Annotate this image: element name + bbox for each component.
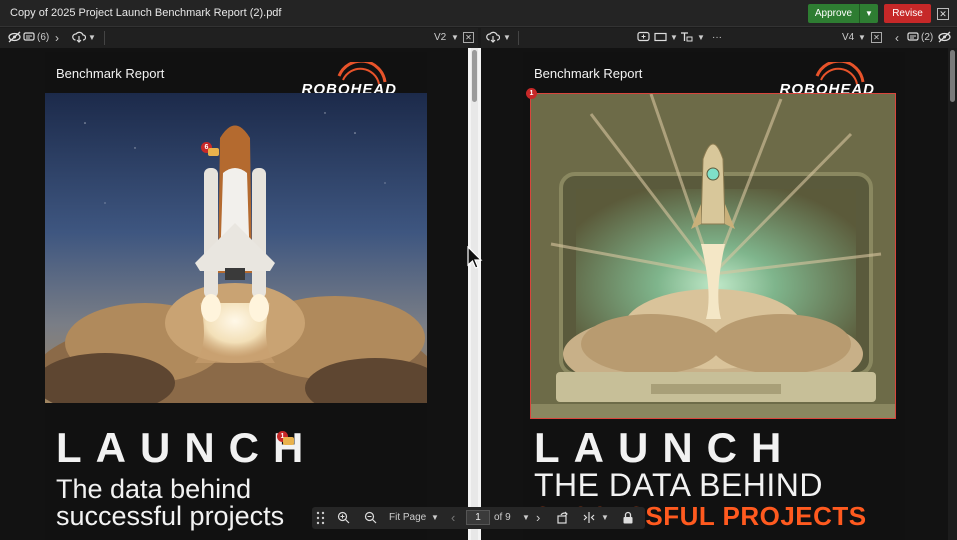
toolbar-divider <box>518 31 519 45</box>
rotate-icon[interactable] <box>556 511 569 529</box>
chevron-down-icon[interactable]: ▼ <box>503 31 511 45</box>
zoom-mode-select[interactable]: Fit Page <box>389 511 426 525</box>
page-total: of 9 <box>494 512 511 523</box>
laptop-rocket-image <box>530 93 896 419</box>
left-document-pane[interactable]: Benchmark Report ROBOHEAD 6 LAUNCH 1 The… <box>0 48 468 540</box>
rectangle-tool-icon[interactable] <box>654 31 667 48</box>
cloud-download-icon[interactable] <box>72 31 87 48</box>
chevron-down-icon[interactable]: ▼ <box>88 31 96 45</box>
page-header: Benchmark Report <box>56 66 165 81</box>
subtitle-line-1: THE DATA BEHIND <box>534 467 824 503</box>
visibility-off-icon[interactable] <box>938 31 951 48</box>
annotation-pin[interactable]: 1 <box>526 88 537 99</box>
close-pane-icon[interactable]: ✕ <box>463 32 474 43</box>
previous-page-icon[interactable]: ‹ <box>451 511 455 525</box>
right-scrollbar[interactable] <box>948 48 957 540</box>
chevron-right-icon[interactable]: › <box>55 31 59 45</box>
subtitle-line-1: The data behind <box>56 474 252 504</box>
drag-handle-icon[interactable] <box>315 511 326 530</box>
approve-button[interactable]: Approve <box>808 4 859 23</box>
subtitle-line-2: successful projects <box>56 501 285 531</box>
comments-icon[interactable] <box>23 31 35 48</box>
chevron-down-icon[interactable]: ▼ <box>601 511 609 525</box>
version-select[interactable]: V2 <box>434 31 446 45</box>
close-pane-icon[interactable]: ✕ <box>871 32 882 43</box>
chevron-down-icon[interactable]: ▼ <box>858 31 866 45</box>
lock-icon[interactable] <box>622 511 634 529</box>
right-toolbar: ▼ ▼ ▼ ··· V4 ▼ ✕ ‹ (2) <box>481 28 957 48</box>
left-scrollbar[interactable] <box>471 48 478 540</box>
comments-icon[interactable] <box>907 31 919 48</box>
pdf-page[interactable]: Benchmark Report ROBOHEAD <box>45 52 427 540</box>
shuttle-launch-image <box>45 93 427 403</box>
visibility-off-icon[interactable] <box>8 31 21 48</box>
chevron-down-icon[interactable]: ▼ <box>431 511 439 525</box>
revise-button[interactable]: Revise <box>884 4 931 23</box>
chevron-down-icon[interactable]: ▼ <box>697 31 705 45</box>
zoom-in-icon[interactable] <box>337 511 350 529</box>
page-navigation-bar: Fit Page ▼ ‹ 1 of 9 ▼ › ▼ <box>312 507 645 529</box>
document-title: Copy of 2025 Project Launch Benchmark Re… <box>10 7 282 19</box>
text-tool-icon[interactable] <box>680 31 693 48</box>
cloud-download-icon[interactable] <box>486 31 501 48</box>
left-toolbar: (6) › ▼ V2 ▼ ✕ <box>0 28 478 48</box>
subtitle-visible-part: SSFUL PROJECTS <box>627 501 867 531</box>
right-document-pane[interactable]: Benchmark Report ROBOHEAD 1 LAUNCH THE D… <box>481 48 948 540</box>
version-select[interactable]: V4 <box>842 31 854 45</box>
comment-marker-icon[interactable] <box>283 437 294 445</box>
compare-mode-icon[interactable] <box>582 511 596 529</box>
launch-title: LAUNCH <box>534 424 796 471</box>
scrollbar-thumb[interactable] <box>950 50 955 102</box>
add-comment-icon[interactable] <box>637 31 650 48</box>
comment-count: (2) <box>921 32 934 43</box>
page-header: Benchmark Report <box>534 66 643 81</box>
more-options-icon[interactable]: ··· <box>712 31 722 45</box>
comment-count: (6) <box>37 32 50 43</box>
close-icon[interactable]: ✕ <box>937 8 949 20</box>
page-number-input[interactable]: 1 <box>466 510 490 525</box>
scrollbar-thumb[interactable] <box>472 50 477 102</box>
pdf-page[interactable]: Benchmark Report ROBOHEAD <box>523 52 905 540</box>
next-page-icon[interactable]: › <box>536 511 540 525</box>
toolbar-divider <box>104 31 105 45</box>
approve-dropdown-button[interactable]: ▼ <box>859 4 878 23</box>
title-bar: Copy of 2025 Project Launch Benchmark Re… <box>0 0 957 27</box>
zoom-out-icon[interactable] <box>364 511 377 529</box>
chevron-down-icon[interactable]: ▼ <box>522 511 530 525</box>
chevron-left-icon[interactable]: ‹ <box>895 31 899 45</box>
chevron-down-icon[interactable]: ▼ <box>670 31 678 45</box>
comment-marker-icon[interactable] <box>208 148 219 156</box>
chevron-down-icon[interactable]: ▼ <box>451 31 459 45</box>
